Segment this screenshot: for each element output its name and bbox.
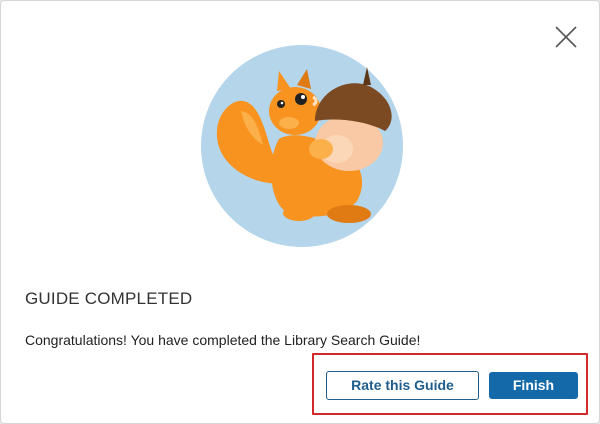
dialog-title: GUIDE COMPLETED: [25, 289, 193, 308]
completion-message: Congratulations! You have completed the …: [25, 332, 421, 348]
close-button[interactable]: [549, 20, 583, 54]
close-icon: [555, 26, 577, 48]
finish-button[interactable]: Finish: [489, 372, 578, 399]
squirrel-illustration: [201, 45, 403, 247]
rate-guide-button[interactable]: Rate this Guide: [326, 371, 479, 400]
guide-completed-dialog: GUIDE COMPLETED Congratulations! You hav…: [0, 0, 600, 424]
